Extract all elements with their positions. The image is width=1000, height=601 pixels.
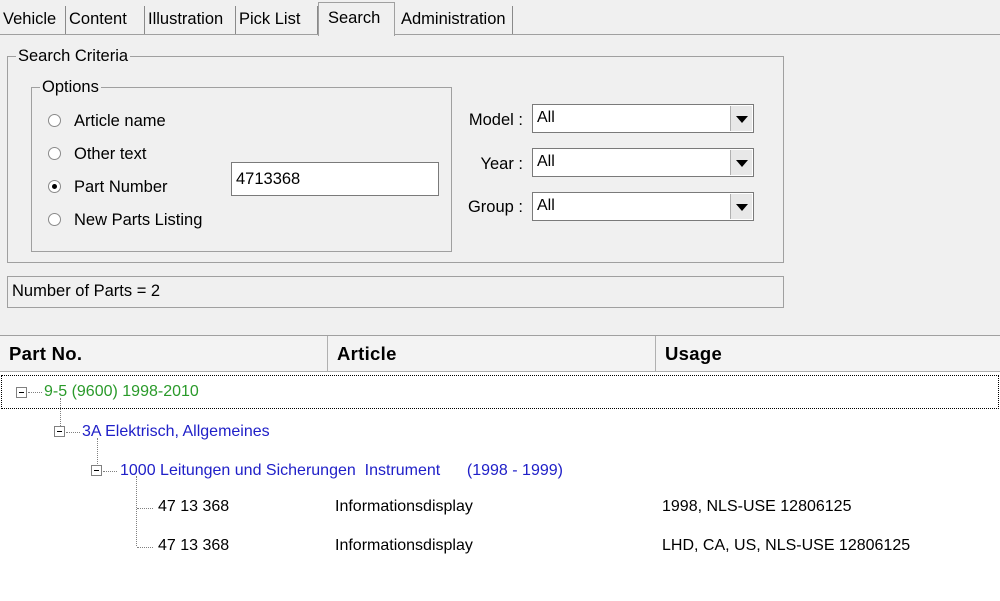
- tab-baseline: [0, 34, 1000, 35]
- tab-vehicle[interactable]: Vehicle: [0, 6, 66, 34]
- chevron-down-icon[interactable]: [730, 106, 752, 131]
- options-legend: Options: [42, 78, 99, 96]
- model-select[interactable]: All: [532, 104, 754, 133]
- year-value: All: [537, 153, 555, 170]
- column-header-usage[interactable]: Usage: [656, 336, 1000, 372]
- part-number-input[interactable]: [231, 162, 439, 196]
- radio-other-text[interactable]: [48, 147, 61, 160]
- results-tree-grid[interactable]: Part No. Article Usage 9-5 (9600) 1998-2…: [0, 335, 1000, 601]
- model-value: All: [537, 109, 555, 126]
- radio-part-number[interactable]: [48, 180, 61, 193]
- collapse-icon[interactable]: [16, 387, 27, 398]
- tab-content[interactable]: Content: [66, 6, 145, 34]
- model-label: Model :: [468, 111, 523, 129]
- option-label: Part Number: [74, 178, 168, 196]
- option-label: New Parts Listing: [74, 211, 203, 229]
- tree-line: [28, 392, 42, 393]
- group-select[interactable]: All: [532, 192, 754, 221]
- tree-node-group[interactable]: 3A Elektrisch, Allgemeines: [82, 423, 270, 441]
- tree-line: [66, 432, 80, 433]
- tree-line: [103, 471, 117, 472]
- tree-line: [137, 508, 153, 509]
- tree-line: [136, 476, 137, 546]
- collapse-icon[interactable]: [91, 465, 102, 476]
- tab-search[interactable]: Search: [318, 2, 395, 36]
- tree-node-model[interactable]: 9-5 (9600) 1998-2010: [44, 383, 199, 401]
- chevron-down-icon[interactable]: [730, 194, 752, 219]
- group-value: All: [537, 197, 555, 214]
- year-label: Year :: [480, 155, 523, 173]
- cell-usage: LHD, CA, US, NLS-USE 12806125: [662, 537, 911, 554]
- radio-new-parts-listing[interactable]: [48, 213, 61, 226]
- column-header-article[interactable]: Article: [328, 336, 656, 372]
- tab-bar: Vehicle Content Illustration Pick List S…: [0, 0, 1000, 36]
- cell-article: Informationsdisplay: [335, 498, 473, 515]
- search-criteria-legend: Search Criteria: [18, 47, 129, 65]
- column-header-part-no[interactable]: Part No.: [0, 336, 328, 372]
- tab-administration[interactable]: Administration: [395, 6, 513, 34]
- tree-line: [137, 547, 153, 548]
- status-field: Number of Parts = 2: [7, 276, 784, 308]
- cell-part-no: 47 13 368: [158, 537, 230, 554]
- tree-node-section[interactable]: 1000 Leitungen und Sicherungen Instrumen…: [120, 462, 563, 480]
- tree-line: [60, 398, 61, 428]
- tree-line: [97, 438, 98, 468]
- collapse-icon[interactable]: [54, 426, 65, 437]
- option-label: Article name: [74, 112, 166, 130]
- cell-part-no: 47 13 368: [158, 498, 230, 515]
- radio-article-name[interactable]: [48, 114, 61, 127]
- tab-pick-list[interactable]: Pick List: [236, 6, 318, 34]
- group-label: Group :: [467, 198, 523, 216]
- option-label: Other text: [74, 145, 147, 163]
- cell-usage: 1998, NLS-USE 12806125: [662, 498, 852, 515]
- tab-illustration[interactable]: Illustration: [145, 6, 236, 34]
- chevron-down-icon[interactable]: [730, 150, 752, 175]
- cell-article: Informationsdisplay: [335, 537, 473, 554]
- year-select[interactable]: All: [532, 148, 754, 177]
